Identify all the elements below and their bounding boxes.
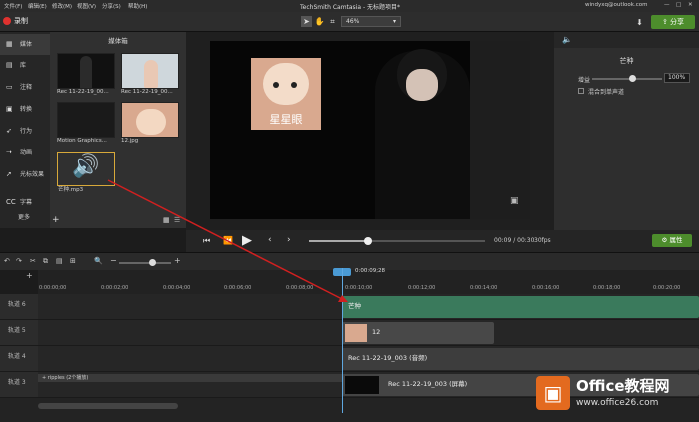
office-logo-icon: ▣ [536,376,570,410]
watermark: ▣ Office教程网 www.office26.com [530,370,699,416]
annotation-arrow [107,179,348,302]
watermark-title: Office教程网 [576,377,670,395]
watermark-url: www.office26.com [576,398,659,408]
